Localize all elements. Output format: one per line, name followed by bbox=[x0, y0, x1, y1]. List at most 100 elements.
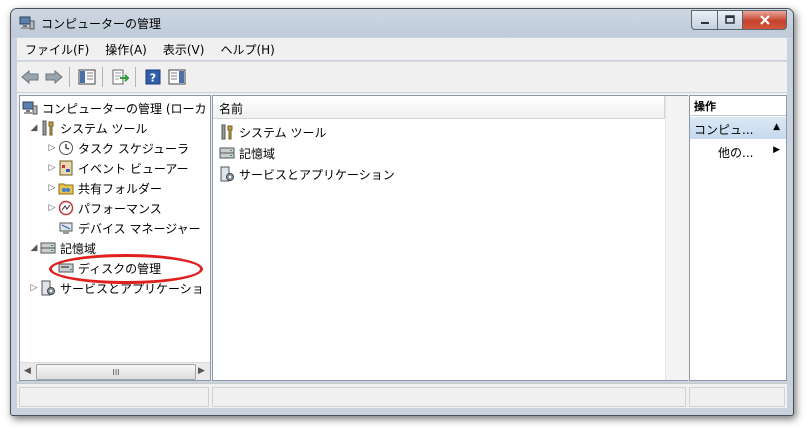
close-button[interactable] bbox=[743, 10, 787, 30]
back-arrow-icon bbox=[21, 70, 39, 84]
svg-text:?: ? bbox=[150, 72, 156, 85]
actions-section-computer[interactable]: コンピュ... ▲ bbox=[690, 117, 786, 139]
menu-action[interactable]: 操作(A) bbox=[97, 41, 155, 58]
forward-button[interactable] bbox=[43, 66, 65, 88]
column-header-name[interactable]: 名前 bbox=[219, 100, 243, 117]
toolbar-separator bbox=[135, 67, 136, 87]
collapsed-arrow-icon[interactable]: ▷ bbox=[46, 143, 58, 153]
computer-management-icon bbox=[19, 16, 35, 30]
collapsed-arrow-icon[interactable]: ▷ bbox=[46, 203, 58, 213]
collapsed-arrow-icon[interactable]: ▷ bbox=[46, 183, 58, 193]
show-hide-tree-icon bbox=[78, 69, 96, 85]
maximize-button[interactable] bbox=[718, 10, 743, 30]
list-item-system-tools[interactable]: システム ツール bbox=[219, 122, 326, 142]
tree-item-label: タスク スケジューラ bbox=[78, 141, 189, 156]
status-bar-segment bbox=[212, 387, 686, 407]
toolbar: ? bbox=[17, 61, 787, 92]
system-tools-icon bbox=[42, 120, 54, 136]
column-header-row: 名前 bbox=[213, 96, 688, 380]
shared-folder-icon bbox=[58, 183, 74, 195]
results-list-pane: 名前 システム ツール 記憶域 サービスとアプリケーション bbox=[212, 95, 688, 381]
status-bar-segment bbox=[689, 387, 785, 407]
status-bar bbox=[17, 383, 787, 408]
window-title: コンピューターの管理 bbox=[41, 17, 162, 31]
tree-item-label: パフォーマンス bbox=[78, 201, 162, 216]
actions-pane: 操作 コンピュ... ▲ 他の... ▶ bbox=[689, 95, 787, 381]
tree-item-services-and-applications[interactable]: ▷ サービスとアプリケーショ bbox=[28, 278, 204, 298]
tree-item-label: サービスとアプリケーショ bbox=[60, 281, 204, 296]
tree-item-label: システム ツール bbox=[60, 121, 148, 136]
maximize-icon bbox=[725, 15, 735, 24]
show-hide-tree-button[interactable] bbox=[76, 66, 98, 88]
tree-item-label: 記憶域 bbox=[60, 241, 97, 256]
expanded-arrow-icon[interactable]: ◢ bbox=[28, 123, 40, 133]
export-list-icon bbox=[112, 69, 129, 85]
show-hide-action-pane-button[interactable] bbox=[166, 66, 188, 88]
device-manager-icon bbox=[59, 222, 73, 234]
actions-section-label: コンピュ... bbox=[694, 123, 754, 137]
actions-more-label: 他の... bbox=[718, 146, 754, 160]
forward-arrow-icon bbox=[45, 70, 63, 84]
minimize-icon bbox=[700, 22, 709, 24]
scroll-right-arrow-icon[interactable]: ▶ bbox=[198, 366, 205, 376]
menu-bar: ファイル(F) 操作(A) 表示(V) ヘルプ(H) bbox=[17, 38, 787, 60]
computer-management-window: コンピューターの管理 ファイル(F) 操作(A) 表示(V) ヘルプ(H) ? … bbox=[10, 8, 794, 416]
scroll-left-arrow-icon[interactable]: ◀ bbox=[24, 366, 31, 376]
actions-header: 操作 bbox=[690, 96, 786, 116]
menu-help[interactable]: ヘルプ(H) bbox=[212, 41, 282, 58]
window-controls bbox=[691, 10, 787, 30]
navigation-tree-pane: コンピューターの管理 (ローカ ◢ システム ツール ▷ タスク スケジューラ … bbox=[19, 95, 211, 381]
tree-item-storage[interactable]: ◢ 記憶域 bbox=[28, 238, 96, 258]
tree-item-shared-folders[interactable]: ▷ 共有フォルダー bbox=[46, 178, 162, 198]
tree-root[interactable]: コンピューターの管理 (ローカ bbox=[22, 98, 207, 118]
close-icon bbox=[759, 15, 770, 25]
help-button[interactable]: ? bbox=[142, 66, 164, 88]
title-bar[interactable]: コンピューターの管理 bbox=[11, 9, 793, 37]
tree-item-system-tools[interactable]: ◢ システム ツール bbox=[28, 118, 147, 138]
submenu-arrow-icon: ▶ bbox=[773, 145, 780, 155]
collapse-up-arrow-icon[interactable]: ▲ bbox=[773, 122, 780, 132]
storage-icon bbox=[219, 147, 235, 159]
export-list-button[interactable] bbox=[109, 66, 131, 88]
main-content: コンピューターの管理 (ローカ ◢ システム ツール ▷ タスク スケジューラ … bbox=[17, 93, 787, 381]
storage-icon bbox=[40, 242, 56, 254]
minimize-button[interactable] bbox=[691, 10, 718, 30]
status-bar-segment bbox=[19, 387, 209, 407]
list-item-services-and-applications[interactable]: サービスとアプリケーション bbox=[219, 164, 395, 184]
collapsed-arrow-icon[interactable]: ▷ bbox=[28, 283, 40, 293]
menu-view[interactable]: 表示(V) bbox=[155, 41, 213, 58]
system-tools-icon bbox=[221, 124, 233, 140]
list-item-label: システム ツール bbox=[239, 125, 327, 140]
actions-more-item[interactable]: 他の... ▶ bbox=[690, 140, 786, 162]
vertical-scrollbar-track[interactable] bbox=[665, 96, 688, 380]
scroll-thumb[interactable]: III bbox=[36, 364, 196, 380]
expanded-arrow-icon[interactable]: ◢ bbox=[28, 243, 40, 253]
tree-item-device-manager[interactable]: デバイス マネージャー bbox=[58, 218, 201, 238]
help-icon: ? bbox=[145, 69, 161, 85]
menu-file[interactable]: ファイル(F) bbox=[17, 41, 97, 58]
list-item-label: 記憶域 bbox=[239, 146, 276, 161]
back-button[interactable] bbox=[19, 66, 41, 88]
toolbar-separator bbox=[102, 67, 103, 87]
clock-icon bbox=[59, 141, 73, 155]
tree-item-label: デバイス マネージャー bbox=[78, 221, 201, 236]
list-item-label: サービスとアプリケーション bbox=[239, 167, 395, 182]
tree-item-performance[interactable]: ▷ パフォーマンス bbox=[46, 198, 162, 218]
show-hide-action-pane-icon bbox=[168, 69, 186, 85]
tree-item-task-scheduler[interactable]: ▷ タスク スケジューラ bbox=[46, 138, 189, 158]
tree-item-label: ディスクの管理 bbox=[78, 261, 162, 276]
disk-management-icon bbox=[58, 263, 74, 273]
tree-item-label: イベント ビューアー bbox=[78, 161, 189, 176]
scroll-thumb-grip: III bbox=[112, 367, 120, 377]
tree-item-event-viewer[interactable]: ▷ イベント ビューアー bbox=[46, 158, 189, 178]
computer-management-icon bbox=[22, 101, 38, 115]
collapsed-arrow-icon[interactable]: ▷ bbox=[46, 163, 58, 173]
tree-item-disk-management[interactable]: ディスクの管理 bbox=[58, 258, 161, 278]
services-icon bbox=[41, 280, 55, 296]
horizontal-scrollbar[interactable]: ◀ III ▶ bbox=[20, 362, 210, 380]
list-item-storage[interactable]: 記憶域 bbox=[219, 143, 275, 163]
tree-item-label: 共有フォルダー bbox=[78, 181, 163, 196]
performance-icon bbox=[58, 200, 74, 216]
event-viewer-icon bbox=[59, 160, 73, 176]
services-icon bbox=[220, 166, 234, 182]
